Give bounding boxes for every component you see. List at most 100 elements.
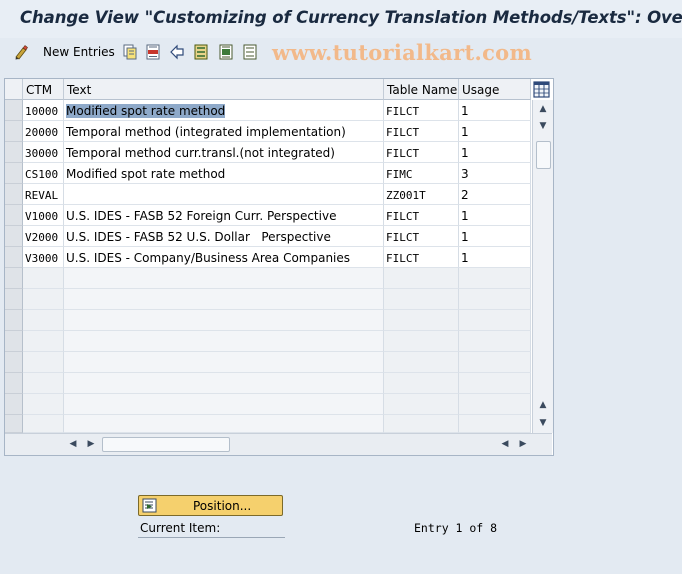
- copy-icon[interactable]: [122, 44, 138, 60]
- empty-table-row[interactable]: [5, 352, 531, 373]
- vertical-scrollbar[interactable]: ▲ ▼ ▲ ▼: [532, 100, 553, 433]
- new-entries-button[interactable]: New Entries: [43, 45, 115, 59]
- row-selector[interactable]: [5, 415, 23, 433]
- row-selector[interactable]: [5, 121, 23, 142]
- text-cell[interactable]: [64, 268, 384, 289]
- table-row[interactable]: CS100 Modified spot rate method FIMC 3: [5, 163, 531, 184]
- position-button[interactable]: Position...: [138, 495, 283, 516]
- table-name-cell: [384, 352, 459, 373]
- empty-table-row[interactable]: [5, 394, 531, 415]
- usage-cell: 1: [459, 142, 531, 163]
- column-header-text[interactable]: Text: [64, 79, 384, 100]
- usage-cell: 1: [459, 121, 531, 142]
- position-icon: [142, 498, 157, 513]
- scroll-right-icon[interactable]: ▶: [84, 437, 98, 451]
- table-row[interactable]: 20000 Temporal method (integrated implem…: [5, 121, 531, 142]
- ctm-cell: CS100: [23, 163, 64, 184]
- scroll-down-icon[interactable]: ▼: [536, 416, 550, 430]
- horizontal-scroll-thumb[interactable]: [102, 437, 230, 452]
- undo-icon[interactable]: [169, 44, 185, 60]
- usage-cell: [459, 415, 531, 433]
- text-cell[interactable]: [64, 184, 384, 205]
- scroll-right-icon[interactable]: ▶: [516, 437, 530, 451]
- table-row[interactable]: 30000 Temporal method curr.transl.(not i…: [5, 142, 531, 163]
- row-selector[interactable]: [5, 310, 23, 331]
- text-cell[interactable]: [64, 373, 384, 394]
- text-cell[interactable]: [64, 394, 384, 415]
- table-name-cell: FILCT: [384, 247, 459, 268]
- text-cell[interactable]: Modified spot rate method: [64, 163, 384, 184]
- text-cell[interactable]: [64, 310, 384, 331]
- row-selector[interactable]: [5, 142, 23, 163]
- select-block-icon[interactable]: [218, 44, 234, 60]
- ctm-cell: 30000: [23, 142, 64, 163]
- ctm-cell: [23, 289, 64, 310]
- text-cell[interactable]: Temporal method curr.transl.(not integra…: [64, 142, 384, 163]
- table-row[interactable]: V2000 U.S. IDES - FASB 52 U.S. Dollar Pe…: [5, 226, 531, 247]
- scroll-up-icon[interactable]: ▲: [536, 102, 550, 116]
- row-selector[interactable]: [5, 247, 23, 268]
- row-selector[interactable]: [5, 352, 23, 373]
- scroll-down-icon[interactable]: ▼: [536, 119, 550, 133]
- empty-table-row[interactable]: [5, 289, 531, 310]
- row-selector[interactable]: [5, 331, 23, 352]
- row-selector[interactable]: [5, 226, 23, 247]
- table-row[interactable]: 10000 Modified spot rate method FILCT 1: [5, 100, 531, 121]
- text-cell[interactable]: [64, 415, 384, 433]
- table-row[interactable]: REVAL ZZ001T 2: [5, 184, 531, 205]
- text-cell[interactable]: [64, 331, 384, 352]
- table-name-cell: [384, 289, 459, 310]
- table-grid: CTM Text Table Name Usage 10000 Modified…: [5, 79, 531, 433]
- select-all-header[interactable]: [5, 79, 23, 100]
- row-selector[interactable]: [5, 100, 23, 121]
- text-cell[interactable]: U.S. IDES - FASB 52 U.S. Dollar Perspect…: [64, 226, 384, 247]
- table-settings-icon[interactable]: [533, 81, 550, 98]
- application-toolbar: New Entries www.tutorialkart.com: [0, 38, 682, 66]
- column-header-table-name[interactable]: Table Name: [384, 79, 459, 100]
- row-selector[interactable]: [5, 289, 23, 310]
- scroll-left-icon[interactable]: ◀: [66, 437, 80, 451]
- current-item-label: Current Item:: [140, 521, 221, 535]
- text-cell[interactable]: [64, 352, 384, 373]
- empty-table-row[interactable]: [5, 415, 531, 433]
- select-all-icon[interactable]: [193, 44, 209, 60]
- delete-icon[interactable]: [145, 44, 161, 60]
- column-header-usage[interactable]: Usage: [459, 79, 531, 100]
- deselect-all-icon[interactable]: [242, 44, 258, 60]
- horizontal-scrollbar[interactable]: ◀ ▶ ◀ ▶: [5, 433, 552, 455]
- row-selector[interactable]: [5, 394, 23, 415]
- scroll-up-icon[interactable]: ▲: [536, 398, 550, 412]
- column-header-ctm[interactable]: CTM: [23, 79, 64, 100]
- table-control: CTM Text Table Name Usage 10000 Modified…: [4, 78, 554, 456]
- empty-table-row[interactable]: [5, 331, 531, 352]
- text-cell[interactable]: [64, 289, 384, 310]
- ctm-cell: [23, 268, 64, 289]
- usage-cell: 3: [459, 163, 531, 184]
- row-selector[interactable]: [5, 163, 23, 184]
- row-selector[interactable]: [5, 205, 23, 226]
- title-bar: Change View "Customizing of Currency Tra…: [0, 0, 682, 38]
- vertical-scroll-thumb[interactable]: [536, 141, 551, 169]
- text-cell[interactable]: Temporal method (integrated implementati…: [64, 121, 384, 142]
- row-selector[interactable]: [5, 268, 23, 289]
- empty-table-row[interactable]: [5, 373, 531, 394]
- ctm-cell: V2000: [23, 226, 64, 247]
- text-cell[interactable]: U.S. IDES - Company/Business Area Compan…: [64, 247, 384, 268]
- usage-cell: [459, 331, 531, 352]
- table-row[interactable]: V3000 U.S. IDES - Company/Business Area …: [5, 247, 531, 268]
- table-name-cell: [384, 415, 459, 433]
- scroll-left-icon[interactable]: ◀: [498, 437, 512, 451]
- empty-table-row[interactable]: [5, 310, 531, 331]
- usage-cell: [459, 373, 531, 394]
- usage-cell: 1: [459, 100, 531, 121]
- edit-glasses-icon[interactable]: [14, 44, 30, 60]
- row-selector[interactable]: [5, 184, 23, 205]
- table-name-cell: FIMC: [384, 163, 459, 184]
- text-cell[interactable]: U.S. IDES - FASB 52 Foreign Curr. Perspe…: [64, 205, 384, 226]
- empty-table-row[interactable]: [5, 268, 531, 289]
- text-cell-value: Modified spot rate method: [66, 104, 226, 118]
- row-selector[interactable]: [5, 373, 23, 394]
- ctm-cell: V1000: [23, 205, 64, 226]
- table-row[interactable]: V1000 U.S. IDES - FASB 52 Foreign Curr. …: [5, 205, 531, 226]
- text-cell[interactable]: Modified spot rate method: [64, 100, 384, 121]
